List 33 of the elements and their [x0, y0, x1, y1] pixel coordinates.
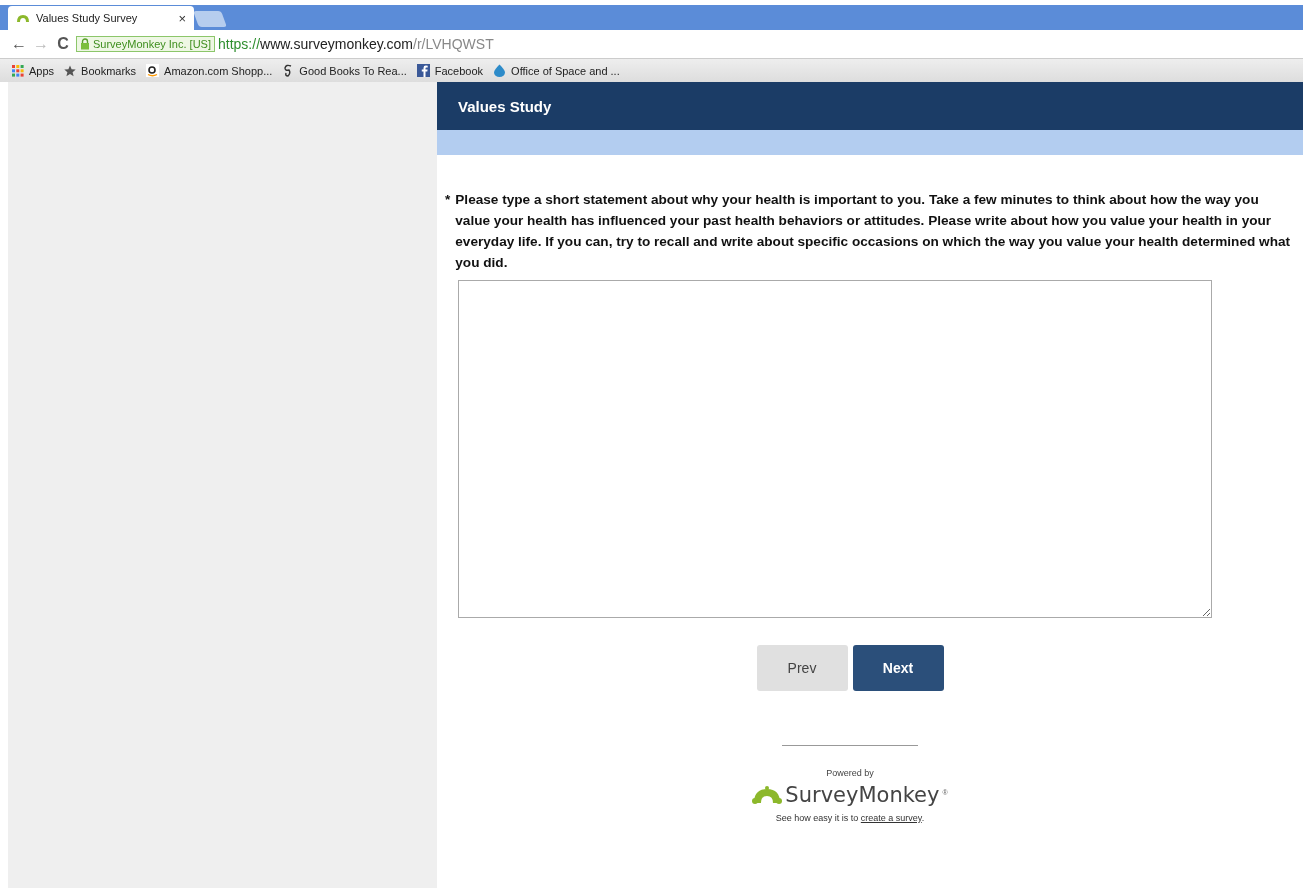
address-bar[interactable]: SurveyMonkey Inc. [US] https://www.surveymonkey.com/r/LVHQWST	[76, 33, 1303, 55]
back-button[interactable]: ←	[10, 35, 28, 53]
bookmark-item[interactable]: Facebook	[416, 64, 484, 77]
next-button[interactable]: Next	[852, 645, 944, 691]
monkey-icon	[752, 785, 783, 805]
grid-icon	[12, 64, 24, 77]
bookmark-label: Facebook	[434, 64, 484, 77]
tab-title: Values Study Survey	[36, 12, 139, 24]
brand-wordmark: SurveyMonkey	[785, 783, 940, 807]
bookmark-label: Apps	[29, 64, 55, 77]
survey-title: Values Study	[458, 97, 552, 115]
browser-tab[interactable]: Values Study Survey ×	[8, 6, 194, 30]
reload-button[interactable]: C	[54, 35, 72, 53]
required-mark: *	[445, 191, 451, 209]
monkey-icon	[16, 13, 30, 23]
prev-button[interactable]: Prev	[756, 645, 848, 691]
facebook-icon	[416, 64, 430, 77]
amazon-icon	[146, 64, 160, 77]
new-tab-button[interactable]	[193, 11, 227, 27]
lock-icon	[80, 38, 90, 50]
bookmark-item[interactable]: Apps	[12, 64, 55, 77]
drop-icon	[493, 64, 507, 77]
bookmark-item[interactable]: Bookmarks	[64, 64, 137, 77]
bookmark-label: Bookmarks	[81, 64, 137, 77]
powered-by-text: Powered by	[826, 768, 874, 778]
star-icon	[64, 64, 77, 77]
site-identity: SurveyMonkey Inc. [US]	[93, 38, 211, 50]
security-chip[interactable]: SurveyMonkey Inc. [US]	[76, 36, 215, 52]
promo-text: See how easy it is to create a survey.	[775, 813, 925, 823]
create-survey-link[interactable]: create a survey	[860, 813, 922, 823]
question-text: Please type a short statement about why your health is important to you. Take a few minutes to think about how the way you value your health has influenced your past health behaviors or attitudes. Please write about how you value your health in your everyday life. If you can, try to recall and write about specific occasions on which the way you value your health determined what you did.	[455, 191, 1291, 272]
url-text: https://www.surveymonkey.com/r/LVHQWST	[218, 36, 494, 52]
close-icon[interactable]: ×	[178, 10, 186, 26]
